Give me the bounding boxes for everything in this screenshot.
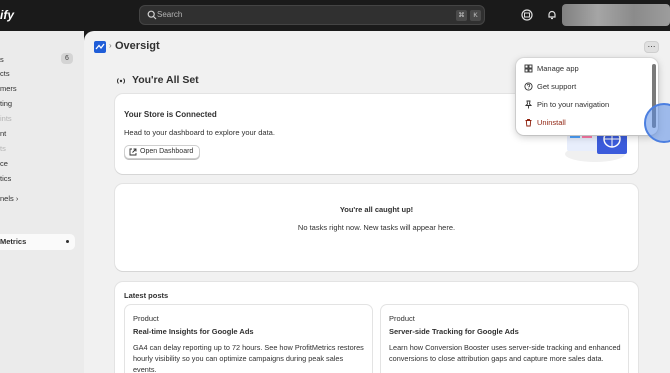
external-link-icon xyxy=(129,148,137,156)
menu-item-get-support[interactable]: Get support xyxy=(520,79,654,95)
settings-icon xyxy=(524,64,533,73)
sidebar-item-8[interactable]: tics xyxy=(0,172,11,186)
breadcrumb-separator: › xyxy=(109,41,112,50)
bell-icon[interactable] xyxy=(546,9,558,21)
pin-icon xyxy=(524,100,533,109)
brand-logo[interactable]: ify xyxy=(0,8,14,22)
question-icon xyxy=(524,82,533,91)
card-title: Your Store is Connected xyxy=(124,110,217,119)
post-card[interactable]: Product Real-time Insights for Google Ad… xyxy=(124,304,373,373)
sidebar-item-4[interactable]: ints xyxy=(0,112,12,126)
post-category: Product xyxy=(133,314,159,323)
sidebar-badge: 6 xyxy=(61,53,73,64)
post-body: Learn how Conversion Booster uses server… xyxy=(389,343,621,363)
trash-icon xyxy=(525,119,532,127)
post-body: GA4 can delay reporting up to 72 hours. … xyxy=(133,343,364,373)
menu-item-uninstall[interactable]: Uninstall xyxy=(520,115,654,131)
sidebar-item-2[interactable]: mers xyxy=(0,82,17,96)
sidebar-item-3[interactable]: ting xyxy=(0,97,12,111)
menu-item-manage-app[interactable]: Manage app xyxy=(520,61,654,77)
card-subtitle: Head to your dashboard to explore your d… xyxy=(124,128,275,137)
pin-dot-icon xyxy=(66,240,69,243)
menu-label: Pin to your navigation xyxy=(537,100,610,109)
store-icon[interactable] xyxy=(521,9,533,21)
tasks-card: You're all caught up! No tasks right now… xyxy=(115,184,638,271)
open-dashboard-button[interactable]: Open Dashboard xyxy=(124,145,201,159)
post-category: Product xyxy=(389,314,415,323)
sidebar-active-label: Metrics xyxy=(0,237,27,246)
app-logo-icon xyxy=(94,41,106,53)
menu-label: Get support xyxy=(537,82,577,91)
search-bar[interactable]: Search ⌘ K xyxy=(139,5,485,25)
sidebar-item-5[interactable]: nt xyxy=(0,127,6,141)
sidebar-item-6[interactable]: ts xyxy=(0,142,6,156)
open-dashboard-label: Open Dashboard xyxy=(140,148,194,155)
more-actions-menu: Manage app Get support Pin to your navig… xyxy=(516,58,658,135)
post-title[interactable]: Server-side Tracking for Google Ads xyxy=(389,327,519,336)
post-title[interactable]: Real-time Insights for Google Ads xyxy=(133,327,254,336)
top-bar: ify Search ⌘ K xyxy=(0,0,670,31)
menu-item-pin-navigation[interactable]: Pin to your navigation xyxy=(520,97,654,113)
sidebar-item-active-app[interactable]: Metrics xyxy=(0,234,75,250)
page-title: Oversigt xyxy=(115,40,160,52)
broadcast-icon xyxy=(116,78,126,84)
more-actions-button[interactable]: ⋯ xyxy=(644,41,659,53)
latest-posts-title: Latest posts xyxy=(124,291,169,300)
sidebar-item-9[interactable]: nels › xyxy=(0,192,18,206)
tasks-title: You're all caught up! xyxy=(339,205,414,214)
shortcut-key-k: K xyxy=(470,10,481,21)
sidebar-item-0[interactable]: s xyxy=(0,53,4,67)
sidebar: s 6 cts mers ting ints nt ts ce tics nel… xyxy=(0,31,84,373)
tasks-subtitle: No tasks right now. New tasks will appea… xyxy=(297,223,456,232)
search-icon xyxy=(147,10,157,20)
post-card[interactable]: Product Server-side Tracking for Google … xyxy=(380,304,629,373)
shortcut-key-command: ⌘ xyxy=(456,10,467,21)
sidebar-item-1[interactable]: cts xyxy=(0,67,10,81)
menu-label: Manage app xyxy=(537,64,579,73)
sidebar-item-7[interactable]: ce xyxy=(0,157,8,171)
latest-posts-card: Latest posts Product Real-time Insights … xyxy=(115,282,638,373)
account-avatar-blurred[interactable] xyxy=(562,4,670,26)
menu-label: Uninstall xyxy=(537,118,566,127)
section-title: You're All Set xyxy=(132,74,199,86)
search-placeholder: Search xyxy=(157,10,183,19)
